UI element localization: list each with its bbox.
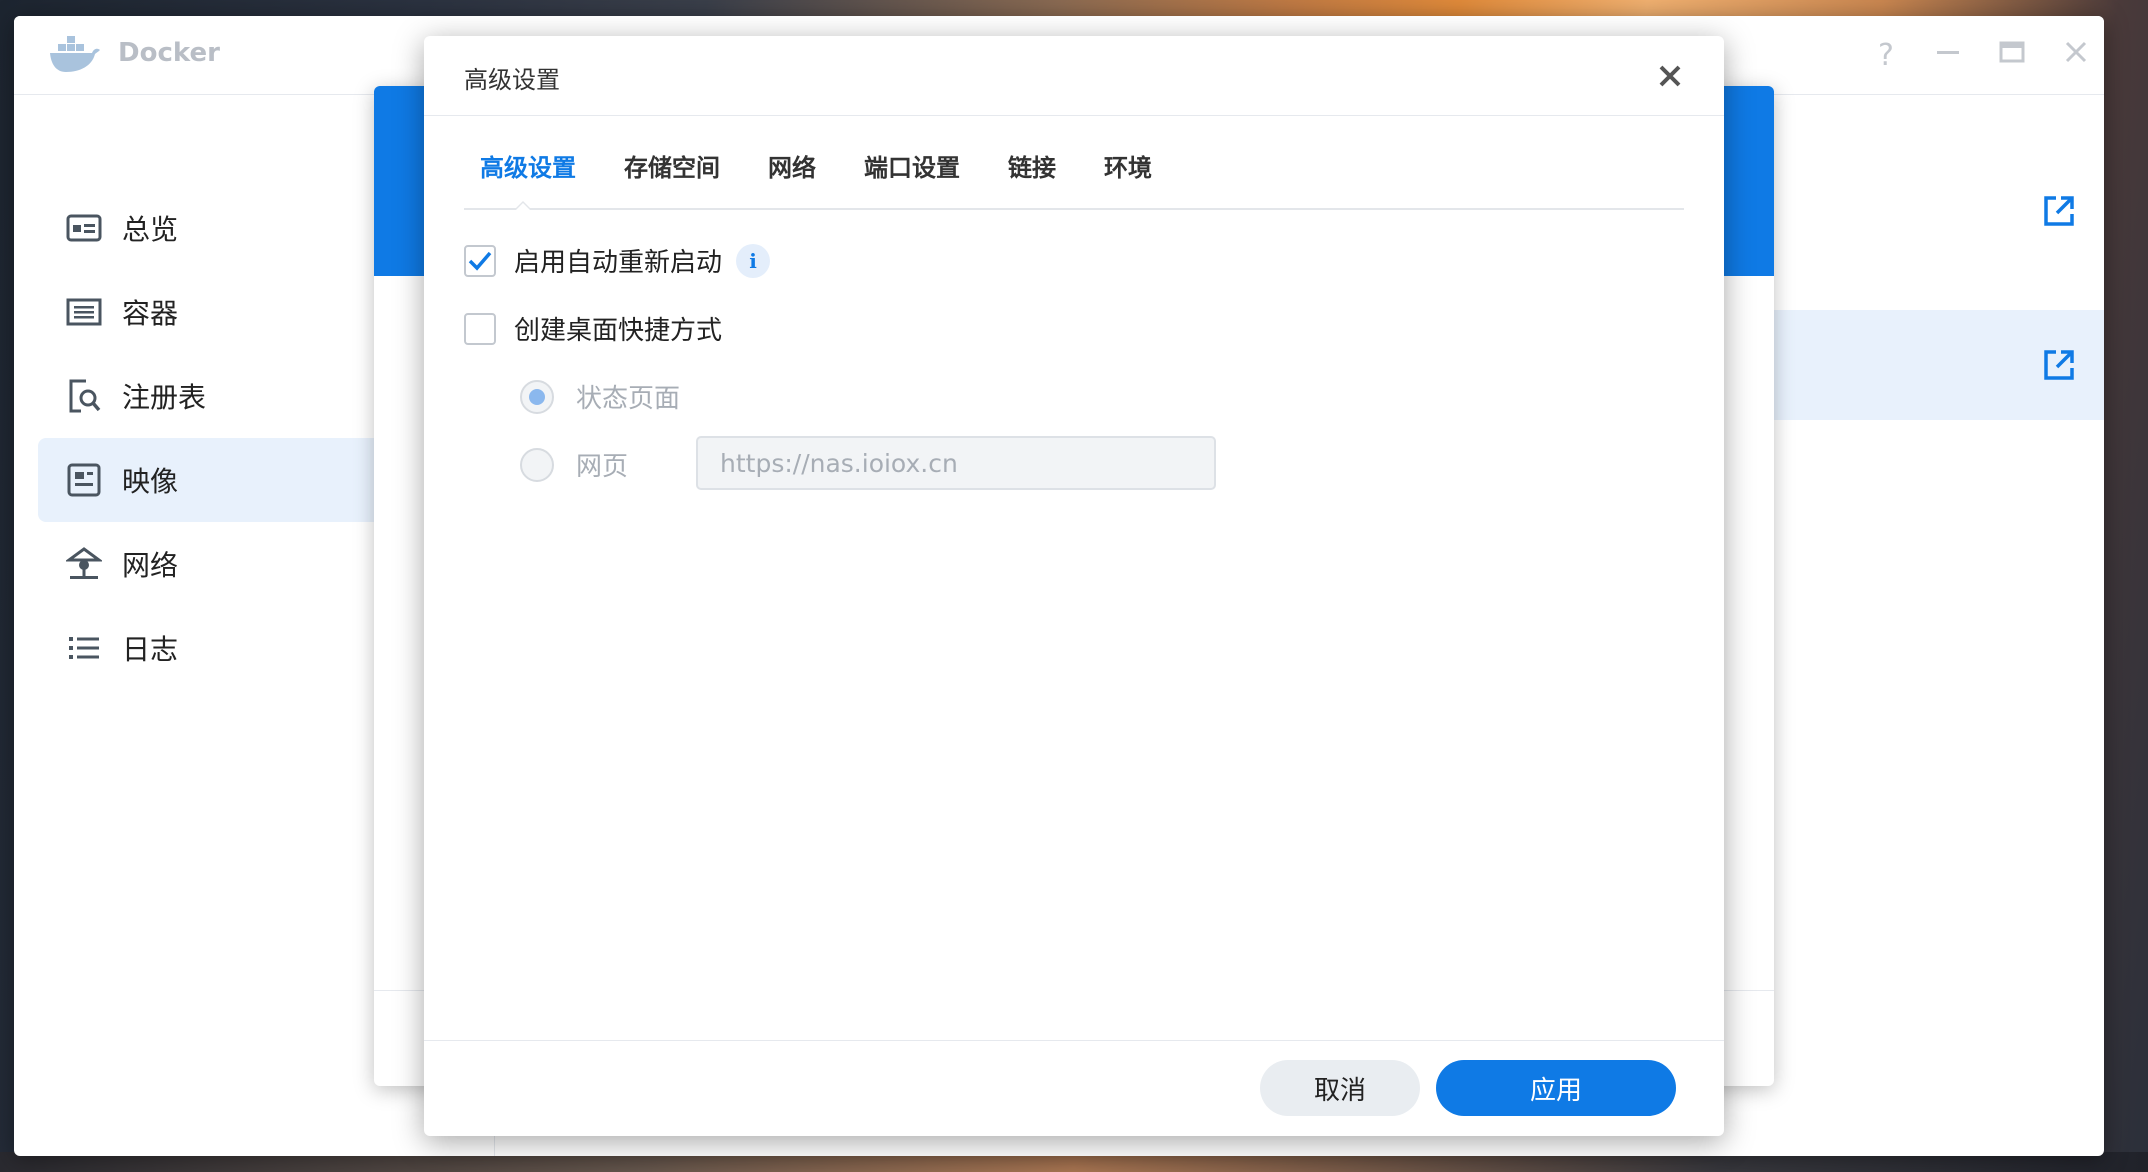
webpage-label: 网页: [576, 452, 629, 482]
close-dialog-button[interactable]: [1650, 56, 1690, 96]
network-icon: [66, 547, 102, 579]
app-title: Docker: [118, 38, 220, 68]
info-icon[interactable]: i: [736, 243, 771, 278]
webpage-row: 网页: [520, 446, 628, 483]
open-external-icon[interactable]: [2042, 194, 2076, 228]
close-window-button[interactable]: [2056, 36, 2096, 76]
sidebar-item-label: 容器: [122, 297, 179, 330]
maximize-button[interactable]: [1992, 36, 2032, 76]
help-button[interactable]: ?: [1866, 36, 1906, 76]
cancel-button[interactable]: 取消: [1260, 1060, 1420, 1116]
maximize-icon: [1999, 41, 2025, 63]
sidebar-item-label: 映像: [122, 465, 179, 498]
dialog-tabs: 高级设置 存储空间 网络 端口设置 链接 环境: [464, 148, 1684, 210]
overview-icon: [66, 214, 102, 242]
sidebar-item-label: 日志: [122, 633, 179, 666]
image-icon: [67, 463, 101, 497]
docker-whale-icon: [50, 36, 100, 72]
dialog-title: 高级设置: [464, 66, 560, 94]
status-page-row: 状态页面: [520, 378, 680, 415]
tab-advanced[interactable]: 高级设置: [480, 148, 576, 183]
tab-storage[interactable]: 存储空间: [624, 148, 720, 183]
tab-network[interactable]: 网络: [768, 148, 816, 183]
tab-environment[interactable]: 环境: [1104, 148, 1152, 183]
registry-search-icon: [69, 379, 101, 413]
active-tab-indicator: [514, 201, 532, 210]
minimize-icon: [1937, 51, 1959, 54]
sidebar-item-label: 注册表: [122, 381, 207, 414]
auto-restart-row: 启用自动重新启动 i: [464, 242, 771, 279]
sidebar-item-label: 网络: [122, 549, 179, 582]
auto-restart-checkbox[interactable]: [464, 244, 496, 277]
status-page-radio[interactable]: [520, 379, 554, 414]
desktop-shortcut-label: 创建桌面快捷方式: [514, 316, 723, 346]
container-list-icon: [66, 298, 102, 326]
webpage-url-input[interactable]: [696, 436, 1216, 490]
close-icon: [2065, 41, 2087, 63]
apply-button[interactable]: 应用: [1436, 1060, 1676, 1116]
list-item[interactable]: [1774, 156, 2104, 266]
list-item-selected[interactable]: [1774, 310, 2104, 420]
tab-port-settings[interactable]: 端口设置: [864, 148, 960, 183]
webpage-radio[interactable]: [520, 447, 554, 482]
status-page-label: 状态页面: [576, 384, 681, 414]
sidebar-item-label: 总览: [122, 213, 179, 246]
desktop-shortcut-checkbox[interactable]: [464, 312, 496, 345]
minimize-button[interactable]: [1928, 36, 1968, 76]
auto-restart-label: 启用自动重新启动: [514, 248, 723, 278]
desktop-shortcut-row: 创建桌面快捷方式: [464, 310, 722, 347]
open-external-icon[interactable]: [2042, 348, 2076, 382]
checkmark-icon: [468, 251, 492, 271]
advanced-settings-dialog: 高级设置 高级设置 存储空间 网络 端口设置 链接 环境 启用自动重新启动 i …: [424, 36, 1724, 1136]
log-list-icon: [69, 637, 99, 659]
tab-links[interactable]: 链接: [1008, 148, 1056, 183]
